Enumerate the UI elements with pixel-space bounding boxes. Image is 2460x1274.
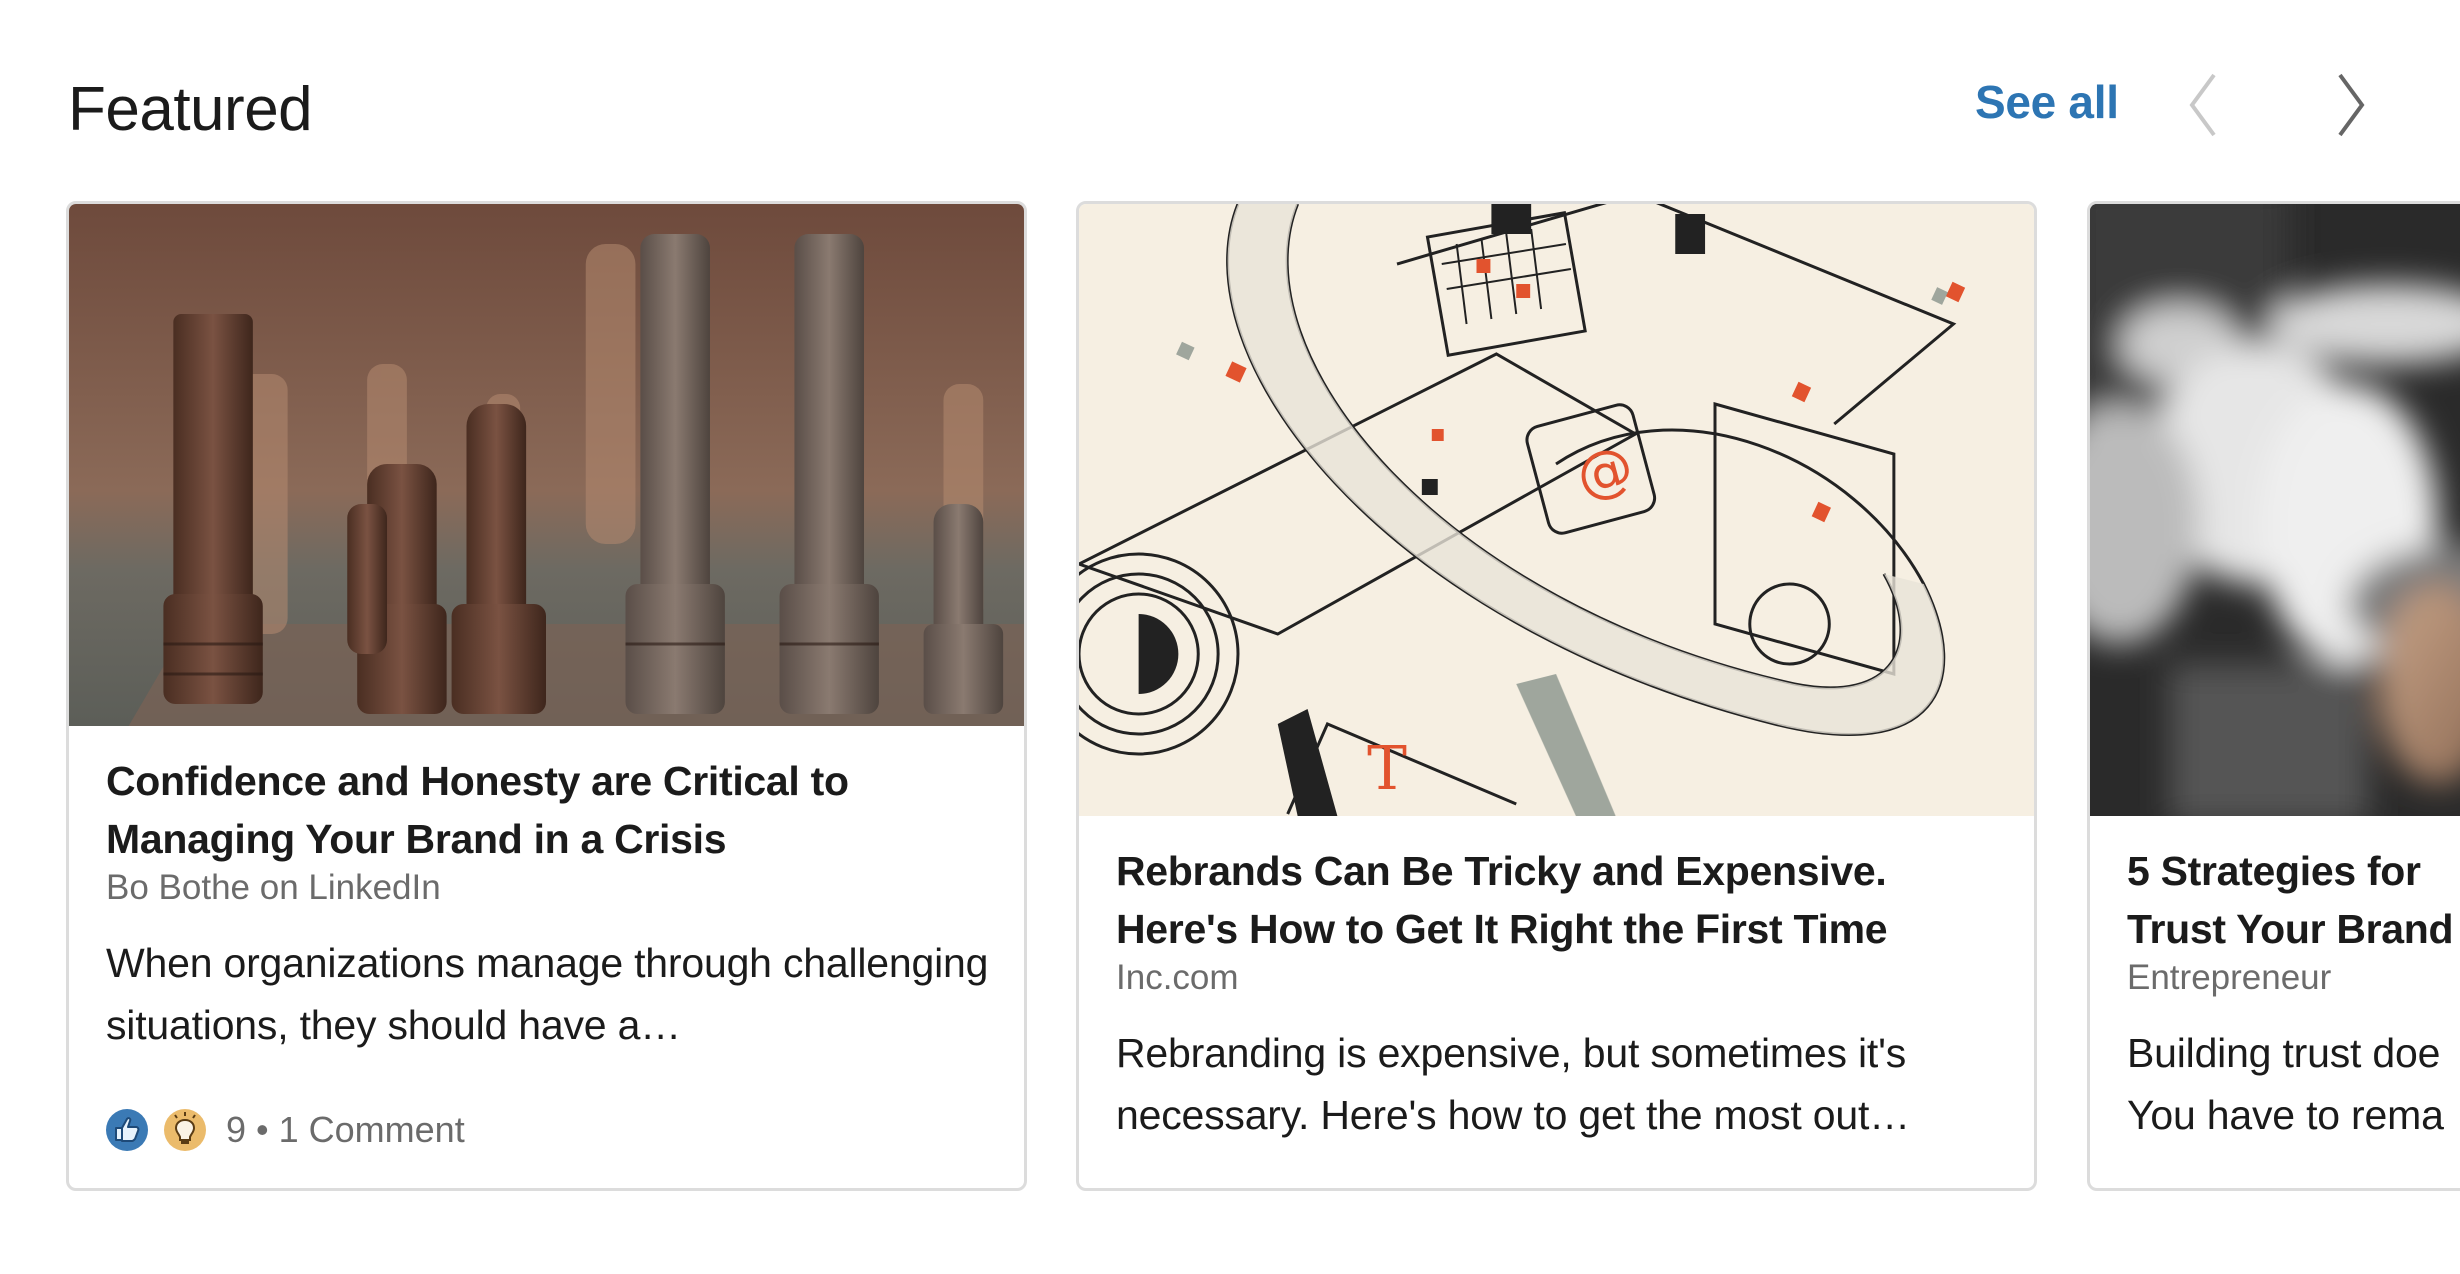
card-title[interactable]: Confidence and Honesty are Critical to M… [106, 752, 994, 868]
card-title-line: 5 Strategies for [2127, 848, 2421, 894]
insightful-icon [164, 1109, 206, 1151]
svg-text:T: T [1367, 734, 1407, 804]
featured-card[interactable]: 5 Strategies for Trust Your Brand Entrep… [2087, 201, 2460, 1191]
featured-card[interactable]: @ T Rebrands Can Be Tricky and Expensive… [1076, 201, 2037, 1191]
like-icon [106, 1109, 148, 1151]
card-description: When organizations manage through challe… [106, 940, 989, 1048]
featured-card[interactable]: Confidence and Honesty are Critical to M… [66, 201, 1027, 1191]
card-thumbnail-illustration: @ T [1079, 204, 2034, 816]
card-body: Confidence and Honesty are Critical to M… [106, 752, 994, 1056]
reaction-count[interactable]: 9 [226, 1109, 246, 1151]
separator-dot: • [256, 1109, 269, 1150]
card-source: Inc.com [1116, 958, 1239, 997]
card-body: 5 Strategies for Trust Your Brand Entrep… [2127, 842, 2460, 1146]
card-thumbnail-chess [69, 204, 1024, 726]
card-title[interactable]: Rebrands Can Be Tricky and Expensive. He… [1116, 842, 2004, 958]
card-description-line: You have to rema [2127, 1092, 2444, 1138]
card-description: Building trust doe You have to rema [2127, 1022, 2460, 1146]
card-description: Rebranding is expensive, but sometimes i… [1116, 1030, 1910, 1138]
card-title[interactable]: 5 Strategies for Trust Your Brand [2127, 842, 2460, 958]
card-title-line: Trust Your Brand [2127, 906, 2454, 952]
comment-count-link[interactable]: 1 Comment [279, 1109, 465, 1151]
card-source: Entrepreneur [2127, 958, 2332, 997]
featured-carousel: Confidence and Honesty are Critical to M… [0, 0, 2460, 1274]
card-body: Rebrands Can Be Tricky and Expensive. He… [1116, 842, 2004, 1146]
card-source: Bo Bothe on LinkedIn [106, 868, 441, 907]
card-description-line: Building trust doe [2127, 1030, 2441, 1076]
card-thumbnail-crowd [2090, 204, 2460, 816]
social-counts: 9 • 1 Comment [106, 1106, 465, 1154]
